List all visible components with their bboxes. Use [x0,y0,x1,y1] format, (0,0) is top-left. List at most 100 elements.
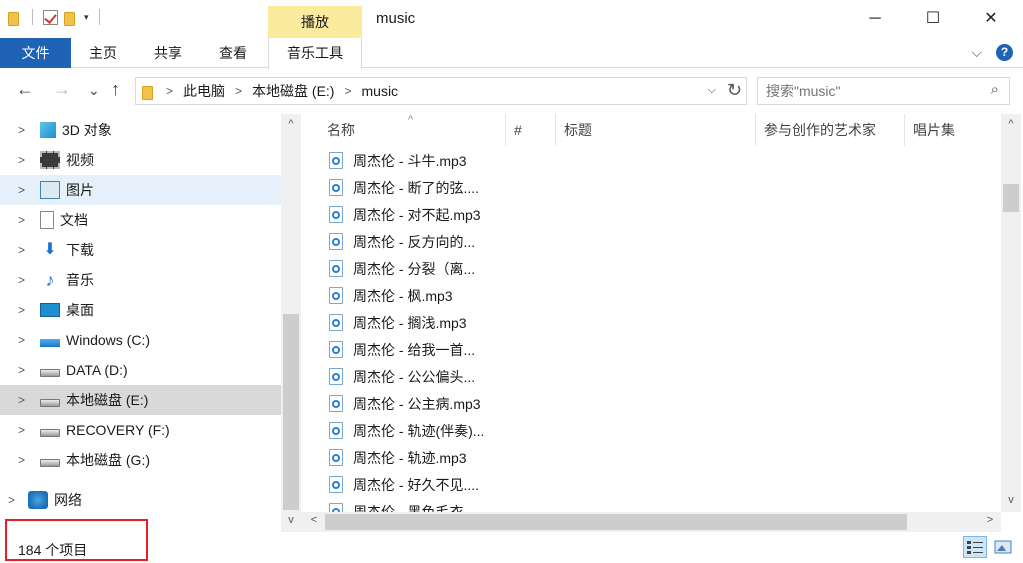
expand-icon[interactable]: > [18,453,32,467]
close-button[interactable]: ✕ [962,0,1020,38]
column-header-album[interactable]: 唱片集 [905,114,1001,146]
file-row[interactable]: 周杰伦 - 公公偏头... [329,363,475,390]
column-header-track-number[interactable]: # [506,114,556,146]
expand-icon[interactable]: > [18,153,32,167]
file-row[interactable]: 周杰伦 - 好久不见.... [329,471,479,498]
address-bar[interactable]: > 此电脑 > 本地磁盘 (E:) > music ⌵ ↻ [135,77,747,105]
nav-item-label: 音乐 [66,272,94,288]
nav-item-documents[interactable]: > 文档 [0,205,281,235]
file-list-scrollbar[interactable]: ^ v [1001,114,1021,512]
column-header-contributing-artists[interactable]: 参与创作的艺术家 [756,114,905,146]
properties-icon[interactable] [43,9,58,25]
nav-item-network[interactable]: > 网络 [0,485,281,514]
expand-icon[interactable]: > [18,123,32,137]
tab-share[interactable]: 共享 [145,38,191,68]
expand-icon[interactable]: > [18,333,32,347]
drive-icon [40,429,60,437]
nav-item-pictures[interactable]: > 图片 [0,175,281,205]
customize-toolbar-icon[interactable]: ▾ [84,12,89,23]
audio-file-icon [329,314,343,331]
nav-item-drive-g[interactable]: > 本地磁盘 (G:) [0,445,281,475]
expand-icon[interactable]: > [8,493,22,507]
title-bar: ▾ 播放 music ─ ☐ ✕ [0,0,1023,38]
play-context-tab[interactable]: 播放 [268,6,362,38]
expand-icon[interactable]: > [18,423,32,437]
chevron-right-icon[interactable]: > [166,84,173,98]
nav-item-desktop[interactable]: > 桌面 [0,295,281,325]
scroll-down-icon[interactable]: v [1002,494,1020,506]
scroll-left-icon[interactable]: < [305,514,323,526]
new-folder-icon[interactable] [64,10,78,26]
nav-item-3d-objects[interactable]: > 3D 对象 [0,115,281,145]
breadcrumb-drive-e[interactable]: 本地磁盘 (E:) [252,81,334,101]
file-row[interactable]: 周杰伦 - 公主病.mp3 [329,390,481,417]
expand-icon[interactable]: > [18,363,32,377]
file-scroll-thumb[interactable] [1003,184,1019,212]
expand-icon[interactable]: > [18,243,32,257]
file-row[interactable]: 周杰伦 - 轨迹(伴奏)... [329,417,484,444]
scroll-down-icon[interactable]: v [282,514,300,526]
file-row[interactable]: 周杰伦 - 反方向的... [329,228,475,255]
file-row[interactable]: 周杰伦 - 轨迹.mp3 [329,444,467,471]
file-row[interactable]: 周杰伦 - 断了的弦.... [329,174,479,201]
file-row[interactable]: 周杰伦 - 斗牛.mp3 [329,147,467,174]
file-name: 周杰伦 - 好久不见.... [353,476,479,493]
file-row[interactable]: 周杰伦 - 给我一首... [329,336,475,363]
nav-pane-scrollbar[interactable]: ^ v [281,114,301,532]
tab-view[interactable]: 查看 [210,38,256,68]
chevron-right-icon[interactable]: > [344,84,351,98]
tab-file[interactable]: 文件 [0,38,71,68]
nav-item-downloads[interactable]: > ⬇ 下载 [0,235,281,265]
expand-icon[interactable]: > [18,183,32,197]
expand-icon[interactable]: > [18,213,32,227]
expand-icon[interactable]: > [18,303,32,317]
nav-item-videos[interactable]: > 视频 [0,145,281,175]
nav-item-drive-e[interactable]: > 本地磁盘 (E:) [0,385,281,415]
file-row[interactable]: 周杰伦 - 对不起.mp3 [329,201,481,228]
file-row[interactable]: 周杰伦 - 枫.mp3 [329,282,453,309]
refresh-icon[interactable]: ↻ [727,80,742,101]
help-icon[interactable]: ? [996,44,1013,61]
up-button[interactable]: ↑ [111,79,120,100]
audio-file-icon [329,422,343,439]
scroll-up-icon[interactable]: ^ [1002,118,1020,130]
chevron-right-icon[interactable]: > [235,84,242,98]
minimize-button[interactable]: ─ [846,0,904,38]
documents-icon [40,211,54,229]
file-row[interactable]: 周杰伦 - 黑色毛衣... [329,498,475,512]
horizontal-scroll-thumb[interactable] [325,514,907,530]
file-name: 周杰伦 - 断了的弦.... [353,179,479,196]
large-icons-view-button[interactable] [991,536,1015,558]
scroll-right-icon[interactable]: > [981,514,999,526]
horizontal-scrollbar[interactable]: < > [301,512,1001,532]
nav-scroll-thumb[interactable] [283,314,299,510]
expand-icon[interactable]: > [18,393,32,407]
forward-button[interactable]: → [53,79,71,100]
nav-item-label: 文档 [60,212,88,228]
expand-ribbon-icon[interactable]: ⌵ [971,44,982,61]
file-name: 周杰伦 - 枫.mp3 [353,287,453,304]
details-view-button[interactable] [963,536,987,558]
quick-access-toolbar: ▾ [8,9,104,26]
breadcrumb-music[interactable]: music [362,83,399,99]
recent-locations-button[interactable]: ⌄ [88,82,100,99]
file-row[interactable]: 周杰伦 - 搁浅.mp3 [329,309,467,336]
nav-item-drive-f[interactable]: > RECOVERY (F:) [0,415,281,445]
back-button[interactable]: ← [16,79,34,100]
maximize-button[interactable]: ☐ [904,0,962,38]
chevron-down-icon[interactable]: ⌵ [708,84,716,97]
tab-home[interactable]: 主页 [80,38,126,68]
folder-icon[interactable] [8,10,22,26]
nav-item-music[interactable]: > ♪ 音乐 [0,265,281,295]
search-icon[interactable]: ⌕ [991,81,999,98]
search-box[interactable]: ⌕ [757,77,1010,105]
expand-icon[interactable]: > [18,273,32,287]
search-input[interactable] [758,78,968,104]
file-row[interactable]: 周杰伦 - 分裂（离... [329,255,475,282]
nav-item-drive-c[interactable]: > Windows (C:) [0,325,281,355]
scroll-up-icon[interactable]: ^ [282,118,300,130]
breadcrumb-this-pc[interactable]: 此电脑 [183,81,225,101]
column-header-title[interactable]: 标题 [556,114,756,146]
tab-music-tools[interactable]: 音乐工具 [268,38,362,69]
nav-item-drive-d[interactable]: > DATA (D:) [0,355,281,385]
